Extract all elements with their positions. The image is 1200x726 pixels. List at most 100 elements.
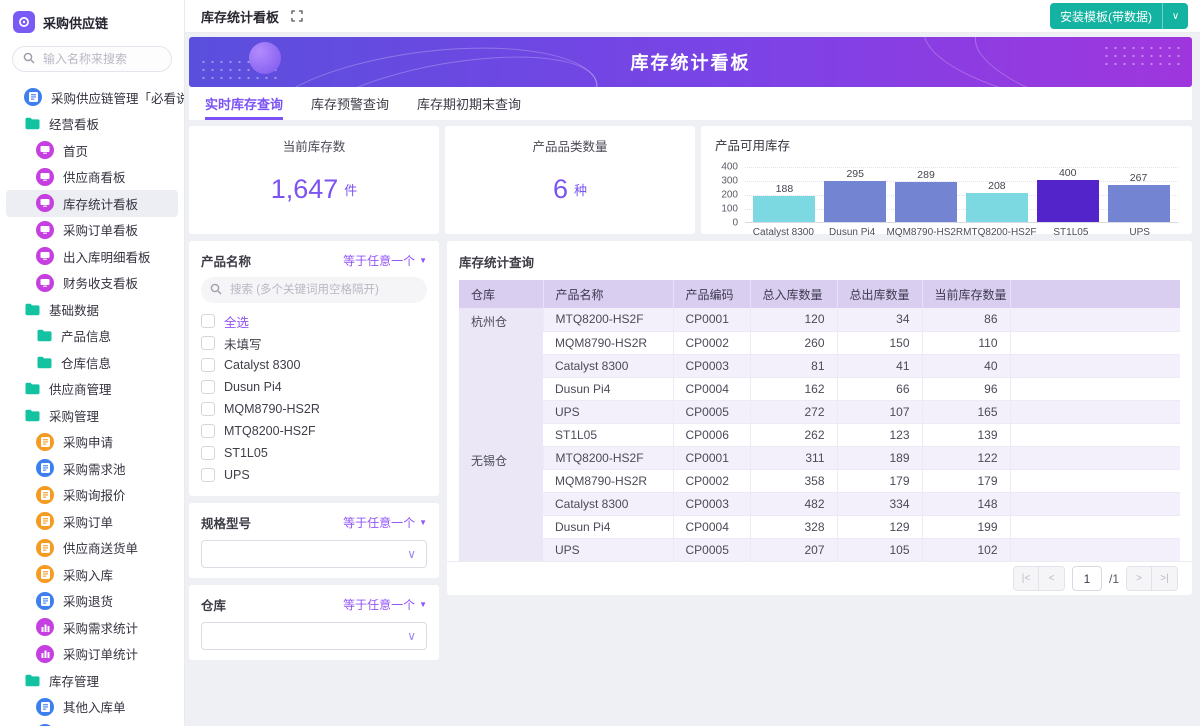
current-qty-cell: 110 — [922, 331, 1010, 354]
product-filter-option[interactable]: Dusun Pi4 — [201, 376, 427, 398]
next-page-button[interactable]: > — [1126, 566, 1152, 591]
spec-select[interactable]: ∨ — [201, 540, 427, 568]
sidebar-item[interactable]: 采购订单看板 — [6, 217, 178, 244]
sidebar-item-label: 仓库信息 — [61, 353, 111, 372]
tab-inactive[interactable]: 库存期初期末查询 — [417, 87, 521, 120]
table-row[interactable]: Dusun Pi4CP0004328129199 — [459, 515, 1180, 538]
bar-column: 188 — [749, 167, 820, 222]
sidebar-item[interactable]: 出入库明细看板 — [6, 243, 178, 270]
sidebar-item[interactable]: 其他出库单 — [6, 720, 178, 726]
available-stock-chart-card: 产品可用库存 0100200300400 188295289208400267 … — [701, 126, 1192, 234]
sidebar-item[interactable]: 采购订单统计 — [6, 641, 178, 668]
checkbox[interactable] — [201, 380, 215, 394]
sidebar-item[interactable]: 供应商送货单 — [6, 535, 178, 562]
filter-operator-dropdown[interactable]: 等于任意一个 ▼ — [343, 596, 427, 613]
prev-page-button[interactable]: < — [1039, 566, 1065, 591]
product-filter-option[interactable]: 未填写 — [201, 332, 427, 354]
product-filter-option[interactable]: 全选 — [201, 310, 427, 332]
checkbox[interactable] — [201, 468, 215, 482]
sidebar-item[interactable]: 采购退货 — [6, 588, 178, 615]
product-filter-option[interactable]: Catalyst 8300 — [201, 354, 427, 376]
checkbox[interactable] — [201, 424, 215, 438]
product-filter-option[interactable]: UPS — [201, 464, 427, 486]
bar[interactable] — [966, 193, 1028, 222]
sidebar-item[interactable]: 产品信息 — [6, 323, 178, 350]
sidebar-item[interactable]: 采购需求池 — [6, 455, 178, 482]
stat-value: 1,647 — [271, 174, 339, 205]
table-scroll-area[interactable]: 仓库产品名称产品编码总入库数量总出库数量当前库存数量 杭州仓MTQ8200-HS… — [459, 280, 1180, 561]
sidebar-item[interactable]: 采购供应链管理「必看说明」 — [6, 84, 178, 111]
product-filter-option[interactable]: MTQ8200-HS2F — [201, 420, 427, 442]
bar[interactable] — [1037, 180, 1099, 222]
sidebar-item[interactable]: 财务收支看板 — [6, 270, 178, 297]
table-row[interactable]: UPSCP0005272107165 — [459, 400, 1180, 423]
bar-value-label: 289 — [917, 169, 935, 181]
folder-icon — [24, 674, 40, 687]
filter-operator-dropdown[interactable]: 等于任意一个 ▼ — [343, 252, 427, 269]
sidebar-item[interactable]: 经营看板 — [6, 111, 178, 138]
bar[interactable] — [1108, 185, 1170, 222]
sidebar-item[interactable]: 仓库信息 — [6, 349, 178, 376]
sidebar-item[interactable]: 采购管理 — [6, 402, 178, 429]
table-row[interactable]: MQM8790-HS2RCP0002260150110 — [459, 331, 1180, 354]
filter-search-input[interactable] — [228, 283, 408, 297]
page-number-input[interactable]: 1 — [1072, 566, 1102, 591]
first-page-button[interactable]: |< — [1013, 566, 1039, 591]
document-icon — [24, 88, 42, 106]
product-filter-option[interactable]: ST1L05 — [201, 442, 427, 464]
checkbox[interactable] — [201, 358, 215, 372]
table-row[interactable]: 无锡仓MTQ8200-HS2FCP0001311189122 — [459, 446, 1180, 469]
table-row[interactable]: Dusun Pi4CP00041626696 — [459, 377, 1180, 400]
install-template-label[interactable]: 安装模板(带数据) — [1050, 3, 1162, 29]
sidebar-item-label: 供应商管理 — [49, 379, 112, 398]
install-template-button[interactable]: 安装模板(带数据) ∨ — [1050, 3, 1188, 29]
dashboard-content: 库存统计看板 实时库存查询库存预警查询库存期初期末查询 当前库存数 1,647 … — [185, 33, 1200, 726]
filter-operator-dropdown[interactable]: 等于任意一个 ▼ — [343, 514, 427, 531]
sidebar-item[interactable]: 首页 — [6, 137, 178, 164]
sidebar-item-label: 经营看板 — [49, 114, 99, 133]
table-row[interactable]: Catalyst 8300CP0003482334148 — [459, 492, 1180, 515]
table-row[interactable]: MQM8790-HS2RCP0002358179179 — [459, 469, 1180, 492]
in-qty-cell: 311 — [750, 446, 837, 469]
sidebar-item[interactable]: 库存管理 — [6, 667, 178, 694]
sidebar-item-label: 库存管理 — [49, 671, 99, 690]
bar[interactable] — [895, 182, 957, 223]
tab-inactive[interactable]: 库存预警查询 — [311, 87, 389, 120]
filter-search[interactable] — [201, 277, 427, 303]
sidebar-item[interactable]: 供应商看板 — [6, 164, 178, 191]
sidebar-search-input[interactable] — [41, 51, 151, 67]
sidebar-item[interactable]: 基础数据 — [6, 296, 178, 323]
sidebar-item[interactable]: 采购申请 — [6, 429, 178, 456]
sidebar-item[interactable]: 采购入库 — [6, 561, 178, 588]
sidebar-search[interactable] — [12, 46, 172, 72]
checkbox[interactable] — [201, 314, 215, 328]
checkbox[interactable] — [201, 446, 215, 460]
checkbox[interactable] — [201, 402, 215, 416]
app-logo: 采购供应链 — [0, 9, 184, 35]
last-page-button[interactable]: >| — [1152, 566, 1178, 591]
checkbox-label: 未填写 — [224, 334, 262, 353]
sidebar-item[interactable]: 供应商管理 — [6, 376, 178, 403]
sidebar-item-label: 出入库明细看板 — [63, 247, 151, 266]
fullscreen-icon[interactable] — [291, 10, 303, 22]
table-row[interactable]: ST1L05CP0006262123139 — [459, 423, 1180, 446]
table-row[interactable]: Catalyst 8300CP0003814140 — [459, 354, 1180, 377]
table-row[interactable]: 杭州仓MTQ8200-HS2FCP00011203486 — [459, 308, 1180, 331]
sidebar-item[interactable]: 其他入库单 — [6, 694, 178, 721]
warehouse-select[interactable]: ∨ — [201, 622, 427, 650]
product-filter-option[interactable]: MQM8790-HS2R — [201, 398, 427, 420]
bar[interactable] — [753, 196, 815, 222]
sidebar-item[interactable]: 采购订单 — [6, 508, 178, 535]
sidebar-item[interactable]: 采购询报价 — [6, 482, 178, 509]
install-template-dropdown[interactable]: ∨ — [1162, 3, 1188, 29]
dashboard-icon — [36, 274, 54, 292]
table-row[interactable]: UPSCP0005207105102 — [459, 538, 1180, 561]
bar[interactable] — [824, 181, 886, 222]
sidebar-item[interactable]: 采购需求统计 — [6, 614, 178, 641]
sidebar-item[interactable]: 库存统计看板 — [6, 190, 178, 217]
checkbox[interactable] — [201, 336, 215, 350]
warehouse-cell: 无锡仓 — [459, 446, 543, 561]
dashboard-banner: 库存统计看板 — [189, 37, 1192, 87]
tab-active[interactable]: 实时库存查询 — [205, 87, 283, 120]
filter-title: 产品名称 — [201, 251, 251, 270]
